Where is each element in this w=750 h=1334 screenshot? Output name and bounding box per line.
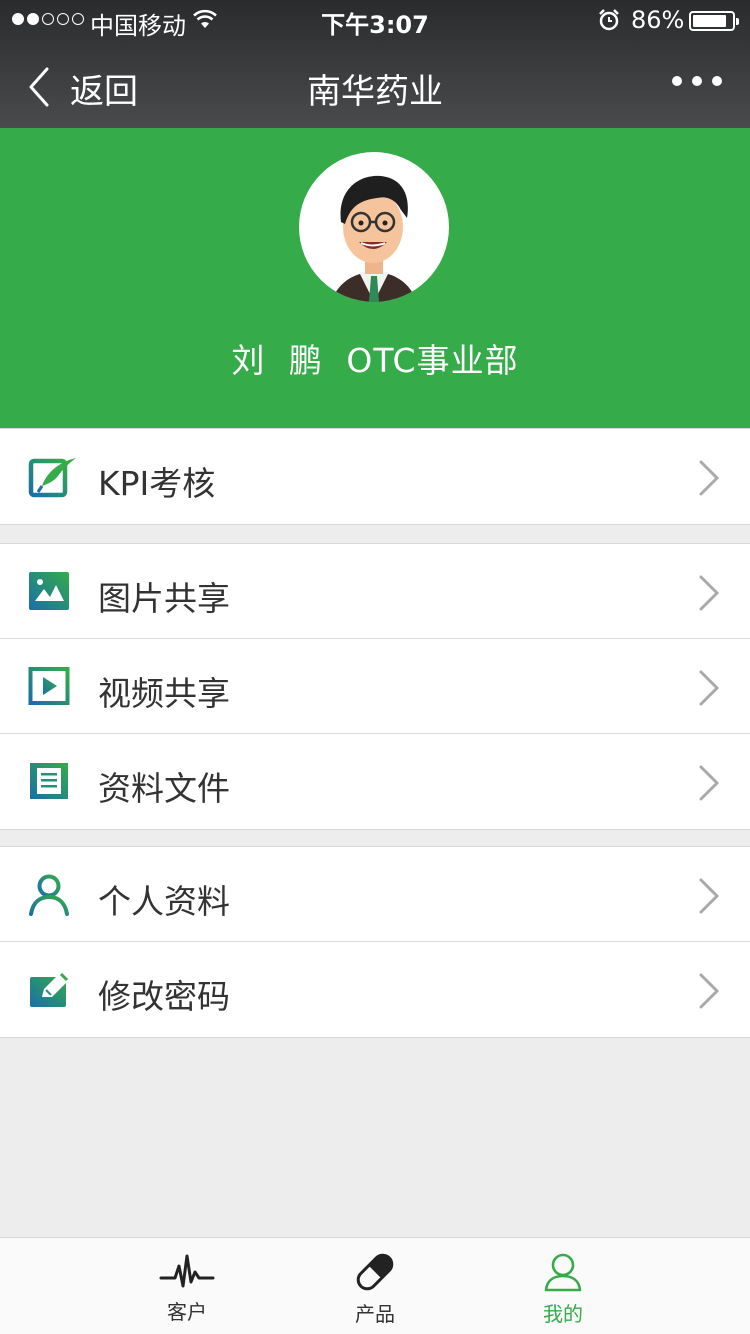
profile-name: 刘 鹏 OTC事业部 [231, 341, 519, 380]
tab-label: 产品 [355, 1302, 395, 1326]
menu-item-label: 图片共享 [98, 579, 230, 618]
navigation-bar: 返回 南华药业 [0, 40, 750, 128]
tab-customers[interactable]: 客户 [137, 1252, 237, 1325]
tab-mine[interactable]: 我的 [513, 1252, 613, 1327]
tab-label: 客户 [167, 1300, 207, 1324]
kpi-edit-icon [28, 456, 76, 498]
more-options-button[interactable] [672, 76, 722, 86]
chevron-right-icon [698, 574, 720, 616]
menu-item-change-password[interactable]: 修改密码 [0, 942, 750, 1037]
avatar[interactable] [299, 152, 449, 302]
user-icon [543, 1253, 583, 1296]
menu-item-label: 视频共享 [98, 674, 230, 713]
menu-item-label: 修改密码 [98, 977, 230, 1016]
tab-products[interactable]: 产品 [325, 1252, 425, 1327]
page-title: 南华药业 [307, 72, 443, 112]
menu-item-kpi[interactable]: KPI考核 [0, 429, 750, 524]
menu-item-label: 资料文件 [98, 769, 230, 808]
more-dot [712, 76, 722, 86]
person-icon [28, 874, 72, 916]
menu-item-label: 个人资料 [98, 882, 230, 921]
edit-password-icon [28, 969, 72, 1011]
pill-icon [353, 1253, 397, 1296]
top-bar: 中国移动 下午3:07 86% 返回 南华药业 [0, 0, 750, 128]
chevron-right-icon [698, 877, 720, 919]
pulse-icon [159, 1254, 215, 1294]
video-icon [28, 666, 72, 708]
alarm-icon [597, 8, 621, 38]
menu-item-pictures[interactable]: 图片共享 [0, 544, 750, 639]
chevron-right-icon [698, 764, 720, 806]
menu-item-profile[interactable]: 个人资料 [0, 847, 750, 942]
status-bar: 中国移动 下午3:07 86% [0, 0, 750, 40]
menu-group-share: 图片共享 视频共享 资料文件 [0, 543, 750, 830]
more-dot [672, 76, 682, 86]
document-icon [28, 761, 72, 803]
menu-group-account: 个人资料 修改密码 [0, 846, 750, 1038]
menu-group-kpi: KPI考核 [0, 428, 750, 525]
chevron-right-icon [698, 669, 720, 711]
tab-bar: 客户 产品 我的 [0, 1237, 750, 1334]
tab-label: 我的 [543, 1302, 583, 1326]
chevron-right-icon [698, 459, 720, 501]
profile-header: 刘 鹏 OTC事业部 [0, 128, 750, 428]
chevron-right-icon [698, 972, 720, 1014]
menu-item-videos[interactable]: 视频共享 [0, 639, 750, 734]
battery-percent: 86% [631, 6, 685, 34]
battery-icon [689, 11, 739, 31]
more-dot [692, 76, 702, 86]
picture-icon [28, 571, 72, 613]
menu-item-documents[interactable]: 资料文件 [0, 734, 750, 829]
menu-item-label: KPI考核 [98, 464, 216, 503]
